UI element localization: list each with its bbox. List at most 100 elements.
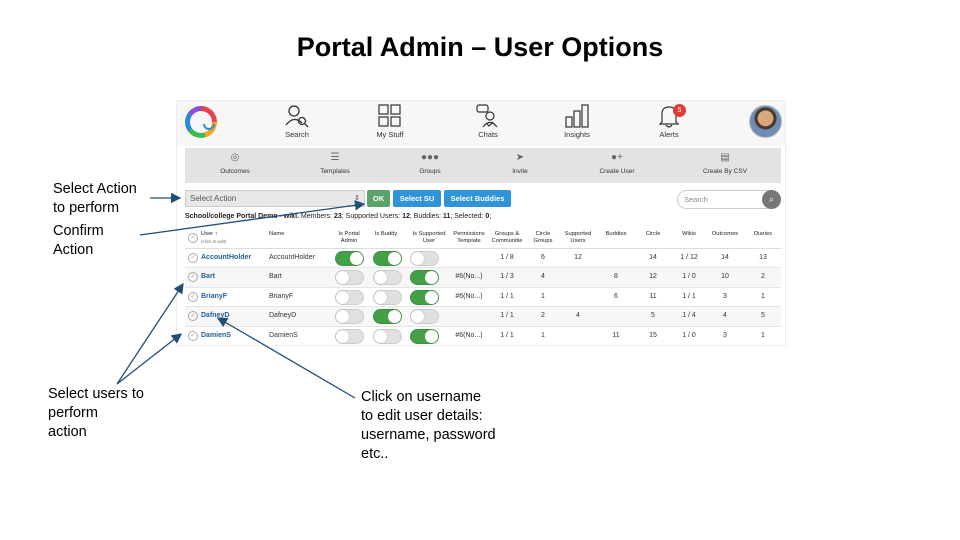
note-click-line2: to edit user details: [361, 408, 483, 424]
is-buddy-toggle[interactable] [373, 289, 402, 305]
row-select-checkbox[interactable]: ✓ [188, 291, 198, 302]
row-select-checkbox[interactable]: ✓ [188, 311, 198, 322]
is-buddy-toggle[interactable] [373, 328, 402, 344]
subnav-create-user-label: Create User [599, 168, 635, 175]
username-link[interactable]: AccountHolder [201, 254, 251, 261]
cell-circle-groups: 4 [541, 273, 545, 281]
supported-label: ; Supported Users: [341, 213, 403, 220]
list-icon: ☰ [330, 152, 340, 163]
header-permissions-template[interactable]: Permissions Template [450, 231, 488, 245]
subnav-outcomes[interactable]: ◎ Outcomes [195, 151, 275, 175]
subnav-invite[interactable]: ➤ Invite [480, 151, 560, 175]
cell-name: BrianyF [269, 292, 294, 300]
header-is-supported-user[interactable]: Is Supported User [408, 231, 450, 245]
is-buddy-toggle[interactable] [373, 270, 402, 286]
nav-my-stuff[interactable]: My Stuff [355, 103, 425, 145]
header-is-portal-admin[interactable]: Is Portal Admin [334, 231, 364, 245]
subnav-groups[interactable]: ●●● Groups [390, 151, 470, 175]
nav-alerts[interactable]: 5 Alerts [634, 103, 704, 145]
select-all-checkbox[interactable]: ✓ [188, 233, 198, 243]
header-supported-users[interactable]: Supported Users [561, 231, 595, 245]
select-buddies-button[interactable]: Select Buddies [444, 190, 511, 207]
header-circle-groups[interactable]: Circle Groups [529, 231, 557, 245]
toggle-knob [374, 329, 387, 343]
username-link[interactable]: Bart [201, 273, 215, 280]
summary-end: ; [489, 213, 492, 220]
cell-circle-groups: 1 [541, 292, 545, 300]
is-supported-user-toggle[interactable] [410, 289, 439, 305]
cell-diaries: 1 [761, 292, 765, 300]
cell-circle-groups: 1 [541, 331, 545, 339]
cell-circle-groups: 2 [541, 312, 545, 320]
nav-search[interactable]: Search [262, 103, 332, 145]
portal-summary: School/college Portal Demo - wiki. Membe… [185, 213, 781, 220]
cell-wikis: 1 / 0 [682, 273, 696, 281]
header-user[interactable]: User ↑ (click to edit) [201, 231, 251, 245]
header-wikis[interactable]: Wikis [674, 231, 704, 238]
subnav-create-by-csv[interactable]: ▤ Create By CSV [685, 151, 765, 175]
is-supported-user-toggle[interactable] [410, 251, 439, 266]
select-su-button[interactable]: Select SU [393, 190, 441, 207]
row-select-checkbox[interactable]: ✓ [188, 272, 198, 283]
header-groups-communities[interactable]: Groups & Communitie [489, 231, 525, 245]
is-portal-admin-toggle[interactable] [335, 328, 364, 344]
toggle-knob [425, 271, 438, 285]
is-buddy-toggle[interactable] [373, 251, 402, 266]
person-search-icon [285, 105, 309, 128]
username-link[interactable]: DafneyD [201, 312, 229, 319]
avatar[interactable] [749, 105, 782, 138]
header-is-buddy[interactable]: Is Buddy [371, 231, 401, 238]
cell-wikis: 1 / 4 [682, 312, 696, 320]
ok-button[interactable]: OK [367, 190, 390, 207]
search-icon[interactable]: ⌕ [762, 190, 781, 209]
is-supported-user-toggle[interactable] [410, 309, 439, 325]
target-icon: ◎ [230, 152, 240, 163]
group-icon: ●●● [420, 152, 440, 163]
subnav-templates[interactable]: ☰ Templates [295, 151, 375, 175]
is-portal-admin-toggle[interactable] [335, 251, 364, 266]
header-buddies[interactable]: Buddies [599, 231, 633, 238]
header-outcomes[interactable]: Outcomes [707, 231, 743, 238]
row-select-checkbox[interactable]: ✓ [188, 330, 198, 341]
nav-insights-label: Insights [564, 130, 590, 139]
header-name[interactable]: Name [269, 231, 309, 238]
send-icon: ➤ [515, 152, 525, 163]
note-confirm-line1: Confirm [53, 223, 104, 239]
updown-caret-icon: ⇕ [354, 195, 360, 202]
toggle-knob [425, 329, 438, 343]
row-select-checkbox[interactable]: ✓ [188, 253, 198, 263]
subnav-create-user[interactable]: ●+ Create User [577, 151, 657, 175]
username-link[interactable]: BrianyF [201, 293, 227, 300]
cell-outcomes: 4 [723, 312, 727, 320]
cell-name: DafneyD [269, 312, 297, 320]
arrow-select-users-1 [116, 282, 184, 385]
nav-insights[interactable]: Insights [542, 103, 612, 145]
nav-chats[interactable]: Chats [453, 103, 523, 145]
cell-circle: 14 [649, 254, 657, 261]
toggle-knob [411, 252, 424, 265]
is-portal-admin-toggle[interactable] [335, 289, 364, 305]
is-buddy-toggle[interactable] [373, 309, 402, 325]
header-circle[interactable]: Circle [638, 231, 668, 238]
search-input[interactable]: Search ⌕ [677, 190, 781, 209]
cell-groups: 1 / 8 [500, 254, 514, 261]
is-supported-user-toggle[interactable] [410, 270, 439, 286]
select-action-dropdown[interactable]: Select Action ⇕ [185, 190, 365, 207]
is-portal-admin-toggle[interactable] [335, 270, 364, 286]
buddies-label: ; Buddies: [409, 213, 443, 220]
username-link[interactable]: DamienS [201, 332, 231, 339]
cell-buddies: 11 [612, 331, 620, 339]
table-row: ✓ AccountHolder AccountHolder 1 / 8 6 12 14 1 /… [185, 249, 781, 269]
note-select-users-line2: perform [48, 405, 98, 421]
note-confirm-line2: Action [53, 242, 94, 258]
cell-supported-users: 12 [574, 254, 582, 261]
users-table: ✓ User ↑ (click to edit) Name Is Portal A… [185, 229, 781, 345]
is-portal-admin-toggle[interactable] [335, 309, 364, 325]
cell-circle: 11 [649, 292, 657, 300]
app-logo[interactable] [185, 106, 217, 138]
cell-wikis: 1 / 1 [682, 292, 696, 300]
cell-template: #6(No...) [455, 273, 483, 281]
table-row: ✓ Bart Bart #6(No...) 1 / 3 4 8 12 1 / 0 10 2 [185, 268, 781, 288]
is-supported-user-toggle[interactable] [410, 328, 439, 344]
header-diaries[interactable]: Diaries [747, 231, 779, 238]
